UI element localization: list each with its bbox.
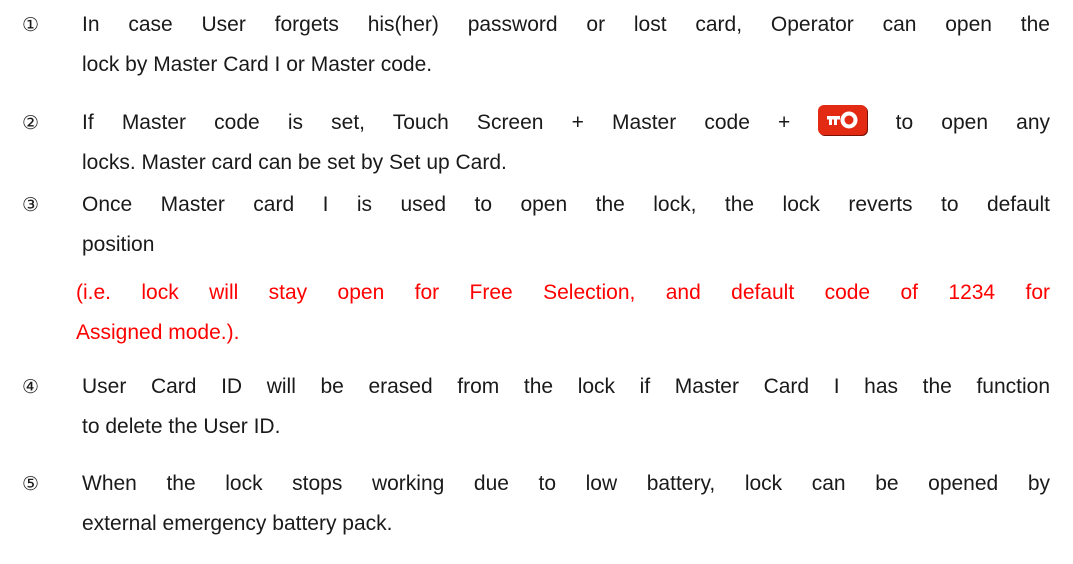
item-text-5: When the lock stops working due to low b… [82,464,1050,544]
item-3-line-2: position [82,233,155,256]
item-2-line-1-before: If Master code is set, Touch Screen + Ma… [82,111,791,134]
item-marker-4: ④ [22,376,40,398]
item-4-line-2: to delete the User ID. [82,415,281,438]
item-1-line-2: lock by Master Card I or Master code. [82,53,433,76]
item-marker-5: ⑤ [22,473,40,495]
item-5-line-1: When the lock stops working due to low b… [82,472,1050,495]
item-1-line-1: In case User forgets his(her) password o… [82,13,1050,36]
item-text-2: If Master code is set, Touch Screen + Ma… [82,103,1050,183]
item-marker-2: ② [22,112,40,134]
item-2-line-1-after: to open any [895,111,1051,134]
item-3-note-line-1: (i.e. lock will stay open for Free Selec… [76,281,1050,304]
key-icon [818,105,868,136]
item-2-line-1: If Master code is set, Touch Screen + Ma… [82,103,1050,143]
item-marker-1: ① [22,14,40,36]
item-2-line-2: locks. Master card can be set by Set up … [82,151,507,174]
item-5-line-2: external emergency battery pack. [82,512,393,535]
item-marker-3: ③ [22,194,40,216]
item-3-line-1: Once Master card I is used to open the l… [82,193,1050,216]
item-text-4: User Card ID will be erased from the loc… [82,367,1050,447]
item-3-note: (i.e. lock will stay open for Free Selec… [76,273,1050,353]
item-4-line-1: User Card ID will be erased from the loc… [82,375,1050,398]
item-text-3: Once Master card I is used to open the l… [82,185,1050,265]
item-3-note-line-2: Assigned mode.). [76,321,240,344]
document-page: ① In case User forgets his(her) password… [0,0,1073,564]
item-text-1: In case User forgets his(her) password o… [82,5,1050,85]
